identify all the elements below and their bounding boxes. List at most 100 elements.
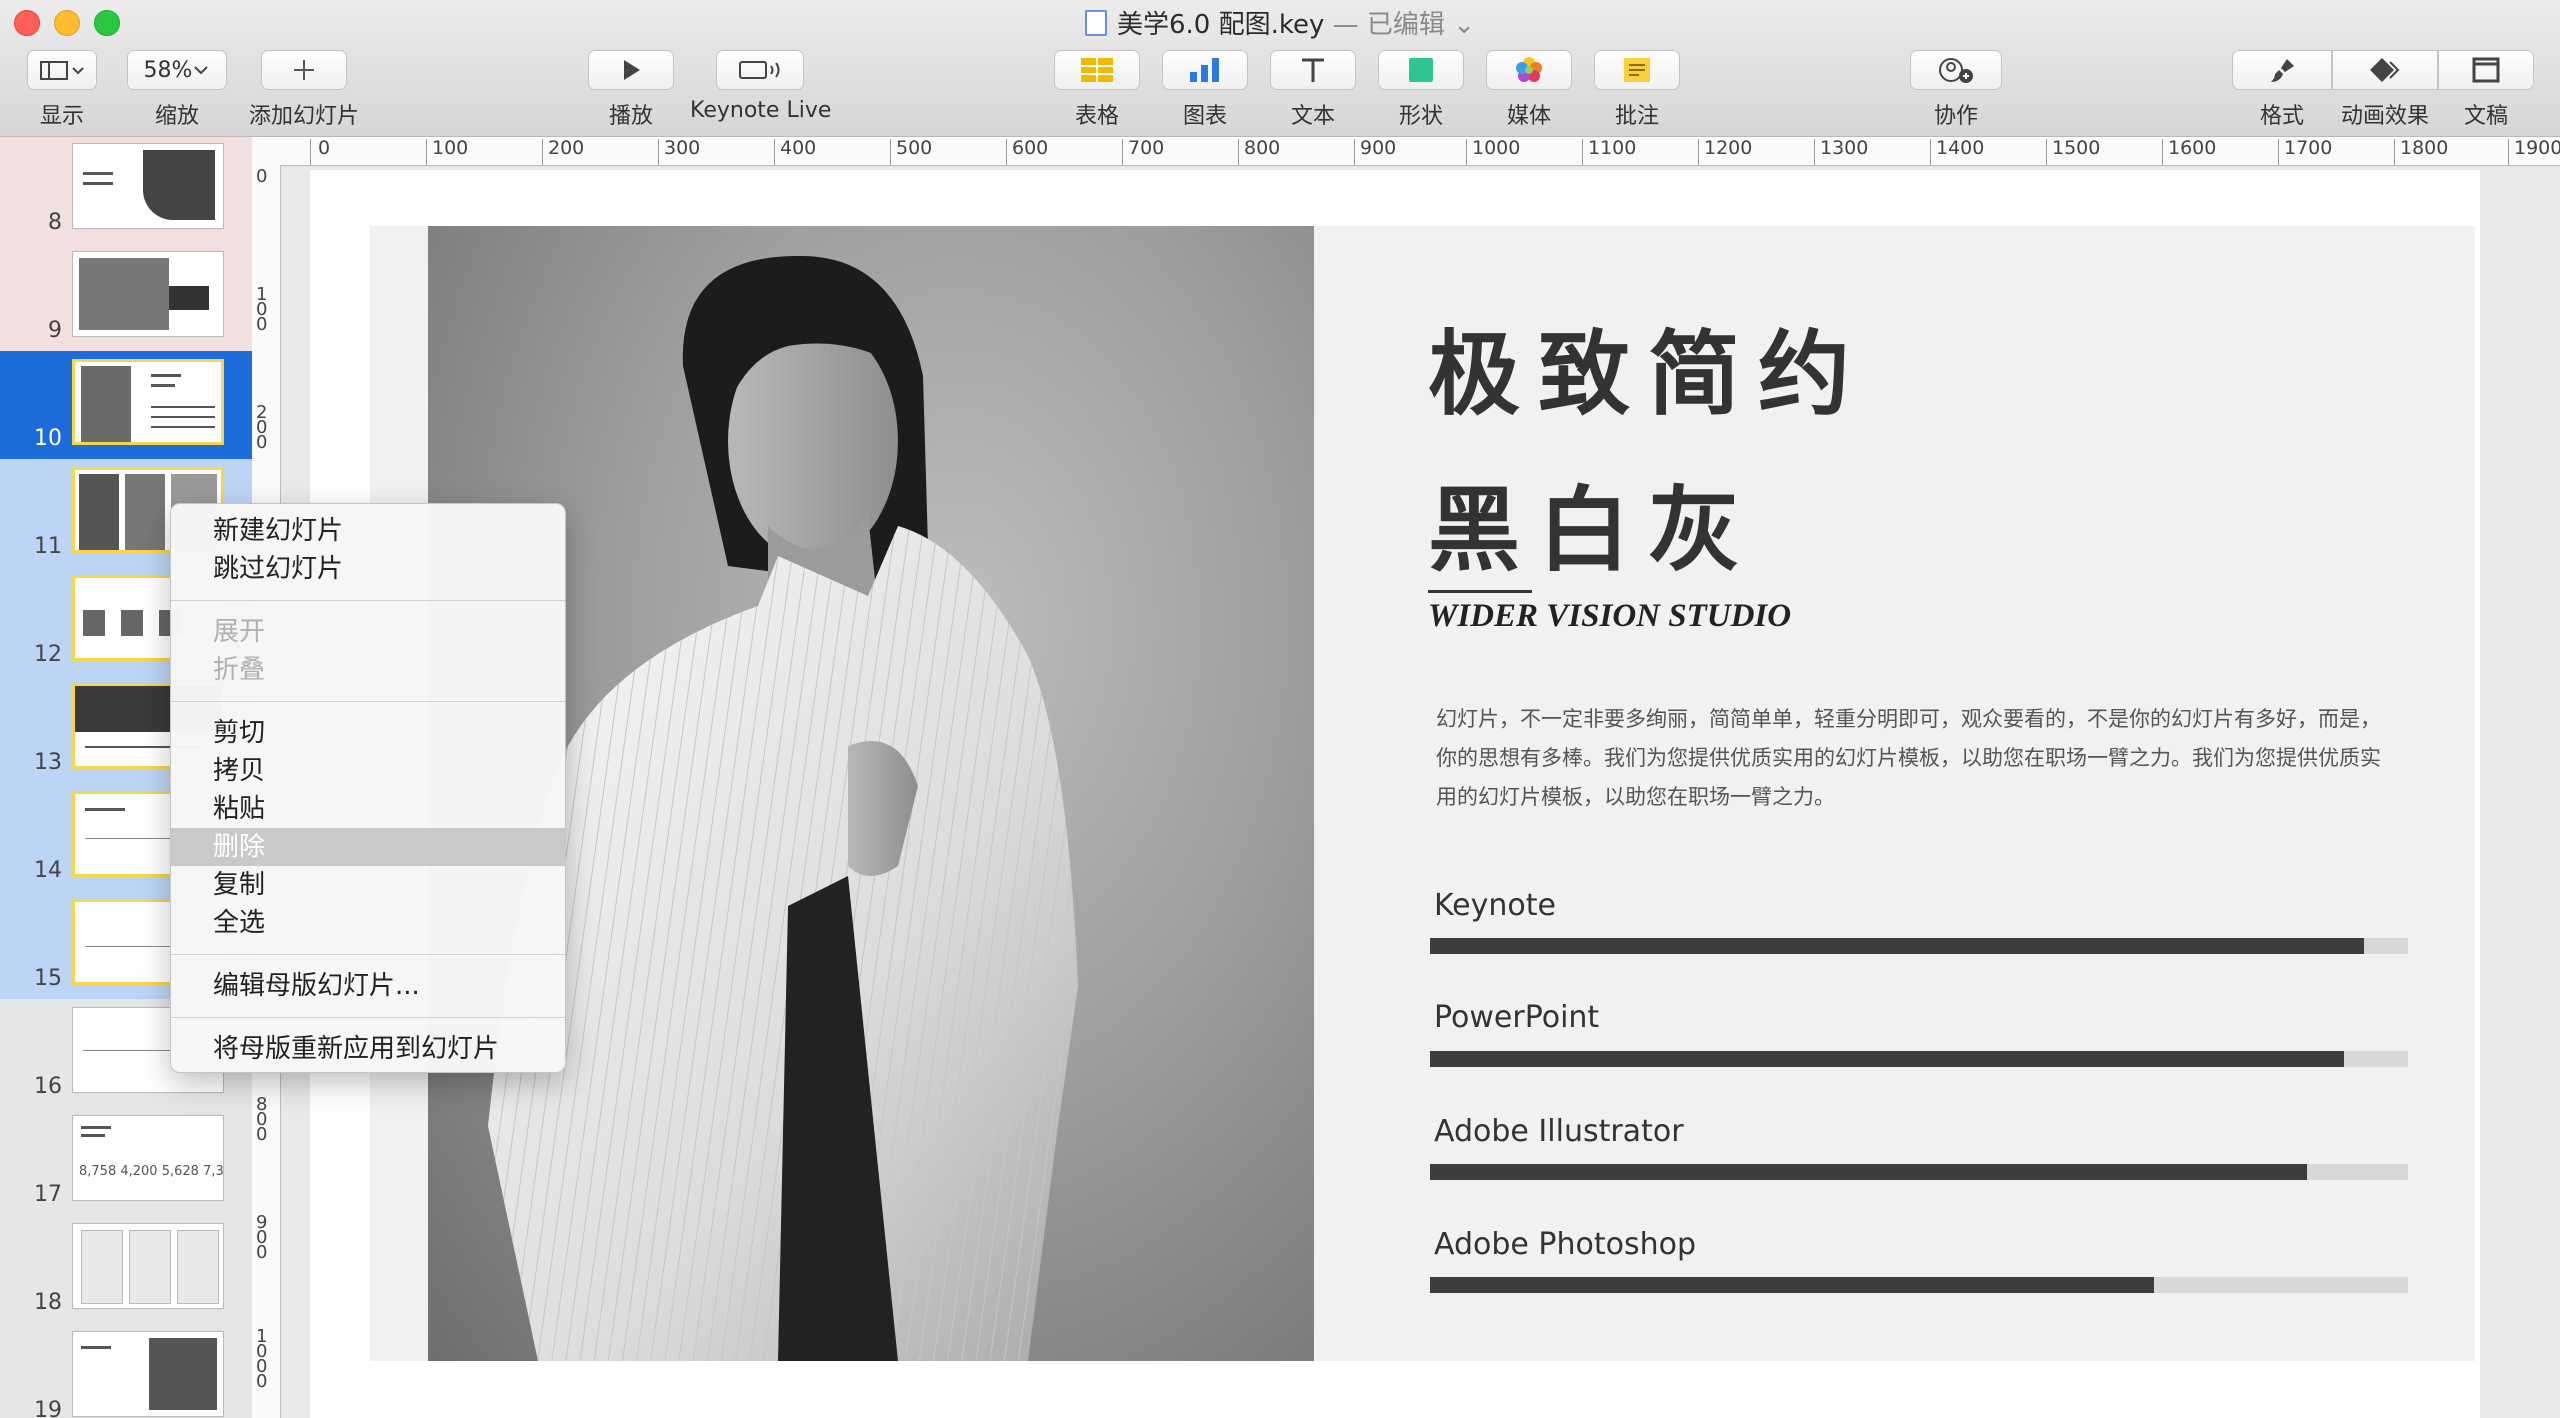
ruler-tick [1006,139,1007,165]
shape-button[interactable]: 形状 [1376,50,1466,130]
comment-label: 批注 [1614,104,1659,129]
ruler-mark: 700 [1128,137,1165,159]
file-name: 美学6.0 配图.key [1117,10,1325,40]
menu-item-duplicate[interactable]: 复制 [171,866,565,904]
paintbrush-icon [2271,59,2294,82]
menu-item-paste[interactable]: 粘贴 [171,790,565,828]
slide-body-text[interactable]: 幻灯片，不一定非要多绚丽，简简单单，轻重分明即可，观众要看的，不是你的幻灯片有多… [1436,700,2396,817]
play-button[interactable]: 播放 [586,50,676,130]
table-icon [1081,58,1113,82]
shape-icon [1409,58,1433,82]
slide-thumbnail-10[interactable]: 10 [0,351,252,459]
title-chevron-icon: ⌄ [1453,10,1475,40]
table-label: 表格 [1074,104,1119,129]
chevron-down-icon [194,66,209,75]
ruler-mark: 0 [256,166,268,187]
horizontal-ruler: 0 100 200 300 400 500 600 700 800 900 10… [252,137,2560,166]
keynote-live-button[interactable]: Keynote Live [690,50,831,123]
skill-label-keynote[interactable]: Keynote [1434,888,1556,923]
slide-thumbnail-18[interactable]: 18 [0,1215,252,1323]
ruler-tick [1698,139,1699,165]
menu-item-delete[interactable]: 删除 [171,828,565,866]
slide-title-line2[interactable]: 黑白灰 [1428,456,1758,589]
keynote-document-icon [1085,10,1107,36]
ruler-mark: 0 [318,137,331,159]
menu-separator [171,954,565,955]
ruler-mark: 800 [1244,137,1281,159]
studio-name[interactable]: WIDER VISION STUDIO [1428,598,1791,635]
ruler-mark: 1600 [2168,137,2217,159]
menu-separator [171,701,565,702]
skill-label-powerpoint[interactable]: PowerPoint [1434,1000,1599,1035]
menu-item-collapse: 折叠 [213,655,266,685]
view-menu-button[interactable]: 显示 [18,50,106,130]
slide-number: 17 [34,1182,62,1207]
ruler-mark: 1400 [1936,137,1985,159]
chart-label: 图表 [1182,104,1227,129]
menu-item-new-slide[interactable]: 新建幻灯片 [171,512,565,550]
window-title[interactable]: 美学6.0 配图.key — 已编辑 ⌄ [0,4,2560,41]
skill-bar-illustrator[interactable] [1430,1164,2408,1180]
ruler-tick [1466,139,1467,165]
title-bar: 美学6.0 配图.key — 已编辑 ⌄ 显示 58% 缩放 添加幻灯片 播放 … [0,0,2560,137]
menu-item-edit-master[interactable]: 编辑母版幻灯片... [171,967,565,1005]
ruler-tick [1582,139,1583,165]
animate-button[interactable]: 动画效果 [2332,50,2438,130]
skill-bar-photoshop[interactable] [1430,1277,2408,1293]
format-button[interactable]: 格式 [2232,50,2332,130]
skill-bar-keynote[interactable] [1430,938,2408,954]
plus-icon [294,60,314,80]
slide-thumbnail-8[interactable]: 8 [0,137,252,243]
ruler-tick [890,139,891,165]
skill-label-illustrator[interactable]: Adobe Illustrator [1434,1114,1684,1149]
chart-button[interactable]: 图表 [1160,50,1250,130]
skill-bar-fill [1430,1277,2154,1293]
slide-number: 16 [34,1074,62,1099]
view-label: 显示 [39,104,84,129]
slide-context-menu[interactable]: 新建幻灯片 跳过幻灯片 展开 折叠 剪切 拷贝 粘贴 删除 复制 全选 编辑母版… [170,503,566,1073]
collaborate-icon [1939,58,1973,83]
edit-status: — 已编辑 [1332,10,1445,40]
document-button[interactable]: 文稿 [2438,50,2534,130]
title-divider [1428,590,1532,593]
zoom-control[interactable]: 58% 缩放 [124,50,230,130]
animate-icon [2370,58,2400,82]
menu-item-copy[interactable]: 拷贝 [171,752,565,790]
slide-number: 14 [34,858,62,883]
skill-label-photoshop[interactable]: Adobe Photoshop [1434,1227,1696,1262]
document-label: 文稿 [2463,104,2508,129]
media-button[interactable]: 媒体 [1484,50,1574,130]
skill-bar-fill [1430,1164,2308,1180]
format-label: 格式 [2259,104,2304,129]
media-label: 媒体 [1506,104,1551,129]
menu-item-select-all[interactable]: 全选 [171,904,565,942]
slide-thumbnail-19[interactable]: 19 [0,1323,252,1418]
ruler-mark: 1300 [1820,137,1869,159]
slide-title-line1[interactable]: 极致简约 [1428,300,1868,433]
ruler-mark: 1900 [2514,137,2560,159]
menu-item-reapply-master[interactable]: 将母版重新应用到幻灯片 [171,1030,565,1068]
menu-separator [171,600,565,601]
ruler-tick [1814,139,1815,165]
menu-item-skip-slide[interactable]: 跳过幻灯片 [171,550,565,588]
slide-thumbnail-9[interactable]: 9 [0,243,252,351]
ruler-mark: 200 [548,137,585,159]
slide-thumbnail-17[interactable]: 8,758 4,200 5,628 7,350 17 [0,1107,252,1215]
menu-item-cut[interactable]: 剪切 [171,714,565,752]
comment-button[interactable]: 批注 [1592,50,1682,130]
zoom-label: 缩放 [154,104,199,129]
ruler-mark: 500 [896,137,933,159]
skill-bar-powerpoint[interactable] [1430,1051,2408,1067]
table-button[interactable]: 表格 [1052,50,1142,130]
text-button[interactable]: 文本 [1268,50,1358,130]
play-icon [624,60,640,80]
ruler-tick [2162,139,2163,165]
zoom-value: 58% [143,57,193,83]
ruler-mark: 400 [780,137,817,159]
slide-number: 12 [34,642,62,667]
collaborate-button[interactable]: 协作 [1908,50,2004,130]
ruler-mark: 200 [256,402,268,453]
add-slide-button[interactable]: 添加幻灯片 [244,50,364,130]
slide-number: 15 [34,966,62,991]
ruler-tick [426,139,427,165]
